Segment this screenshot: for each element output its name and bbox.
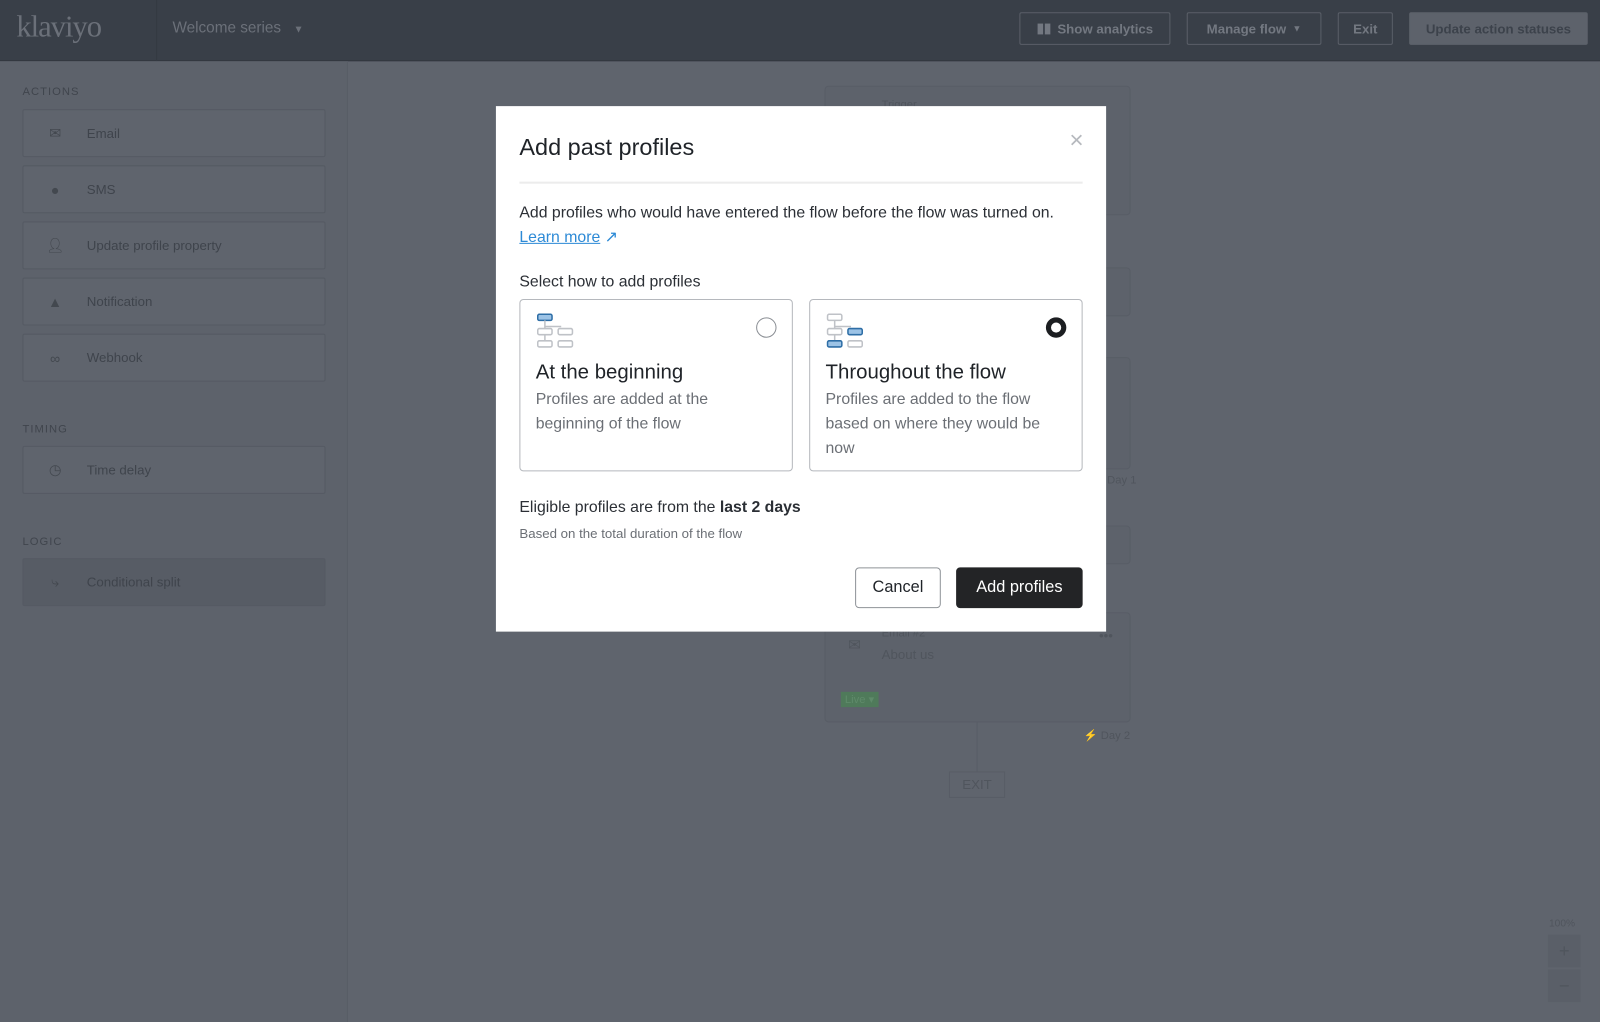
exit-button[interactable]: Exit xyxy=(1337,12,1393,45)
radio-unselected[interactable] xyxy=(756,317,777,338)
add-past-profiles-modal: Add past profiles × Add profiles who wou… xyxy=(495,106,1107,632)
exit-label: Exit xyxy=(1353,20,1378,37)
zoom-in-button[interactable]: + xyxy=(1547,934,1581,968)
clock-icon: ◷ xyxy=(48,461,62,478)
chevron-down-icon: ▼ xyxy=(1292,23,1302,34)
manage-flow-label: Manage flow xyxy=(1206,20,1287,37)
envelope-icon: ✉ xyxy=(49,124,62,141)
option-title: Throughout the flow xyxy=(825,361,1006,384)
update-statuses-label: Update action statuses xyxy=(1425,20,1572,37)
item-label: Notification xyxy=(86,293,153,310)
top-bar: klaviyo Welcome series ▼ ▮▮ Show analytic… xyxy=(0,0,1600,62)
learn-more-text: Learn more xyxy=(519,228,601,246)
option-title: At the beginning xyxy=(535,361,684,384)
show-analytics-button[interactable]: ▮▮ Show analytics xyxy=(1019,12,1171,45)
divider xyxy=(156,0,158,62)
split-icon: ⤷ xyxy=(51,573,60,590)
day-1-label: Day 1 xyxy=(1107,474,1137,487)
modal-description: Add profiles who would have entered the … xyxy=(519,201,1080,250)
sidebar-item-conditional-split[interactable]: ⤷ Conditional split xyxy=(22,558,326,607)
modal-title: Add past profiles xyxy=(519,133,695,161)
zoom-out-button[interactable]: − xyxy=(1547,969,1581,1003)
timing-heading: TIMING xyxy=(22,423,68,436)
show-analytics-label: Show analytics xyxy=(1057,20,1154,37)
flow-throughout-icon xyxy=(826,313,864,348)
sidebar-item-notification[interactable]: ▲ Notification xyxy=(22,277,326,326)
item-label: SMS xyxy=(86,181,116,197)
chat-bubble-icon: ● xyxy=(50,181,60,198)
eligibility-basis: Based on the total duration of the flow xyxy=(519,525,743,541)
sidebar-item-sms[interactable]: ● SMS xyxy=(22,165,326,214)
logic-heading: LOGIC xyxy=(22,535,63,548)
item-label: Email xyxy=(86,125,120,141)
learn-more-link[interactable]: Learn more xyxy=(519,229,600,246)
status-badge[interactable]: Live ▾ xyxy=(840,691,879,708)
connector-line xyxy=(976,722,978,772)
option-description: Profiles are added to the flow based on … xyxy=(825,390,1041,458)
bell-icon: ▲ xyxy=(48,293,63,310)
option-throughout-the-flow[interactable]: Throughout the flow Profiles are added t… xyxy=(809,298,1083,472)
close-icon[interactable]: × xyxy=(1069,128,1083,153)
flow-name-dropdown[interactable]: Welcome series ▼ xyxy=(172,19,303,36)
webhook-icon: ∞ xyxy=(49,349,61,366)
item-label: Conditional split xyxy=(86,574,181,590)
select-label: Select how to add profiles xyxy=(519,273,701,291)
external-link-icon: ↗ xyxy=(604,228,618,246)
add-profiles-button[interactable]: Add profiles xyxy=(956,567,1083,609)
option-at-the-beginning[interactable]: At the beginning Profiles are added at t… xyxy=(519,298,793,472)
item-label: Webhook xyxy=(86,349,143,366)
sidebar-item-email[interactable]: ✉ Email xyxy=(22,109,326,158)
radio-selected[interactable] xyxy=(1045,317,1067,338)
actions-heading: ACTIONS xyxy=(22,85,80,98)
eligibility-prefix: Eligible profiles are from the xyxy=(519,498,716,517)
email-subject: About us xyxy=(881,646,935,663)
zoom-level: 100% xyxy=(1548,918,1576,930)
item-label: Time delay xyxy=(86,462,152,478)
day-2-text: Day 2 xyxy=(1100,729,1131,742)
divider xyxy=(519,181,1083,184)
sidebar-item-time-delay[interactable]: ◷ Time delay xyxy=(22,445,326,494)
sidebar-item-update-profile-property[interactable]: 👤︎ Update profile property xyxy=(22,221,326,270)
update-action-statuses-button[interactable]: Update action statuses xyxy=(1409,12,1588,45)
envelope-icon: ✉ xyxy=(847,636,861,655)
bar-chart-icon: ▮▮ xyxy=(1036,20,1052,36)
eligibility-value: last 2 days xyxy=(719,498,801,517)
description-text: Add profiles who would have entered the … xyxy=(519,204,1054,222)
option-description: Profiles are added at the beginning of t… xyxy=(535,390,709,433)
manage-flow-button[interactable]: Manage flow ▼ xyxy=(1186,12,1322,45)
day-2-label: ⚡ Day 2 xyxy=(1083,729,1131,742)
exit-node: EXIT xyxy=(948,771,1006,798)
sidebar-item-webhook[interactable]: ∞ Webhook xyxy=(22,333,326,382)
eligibility-text: Eligible profiles are from the last 2 da… xyxy=(519,499,800,517)
flow-start-icon xyxy=(536,313,574,348)
flow-name: Welcome series xyxy=(172,19,282,37)
person-icon: 👤︎ xyxy=(46,236,65,254)
item-label: Update profile property xyxy=(86,237,222,254)
klaviyo-logo[interactable]: klaviyo xyxy=(16,10,102,45)
chevron-down-icon: ▼ xyxy=(293,24,304,36)
cancel-button[interactable]: Cancel xyxy=(855,567,941,609)
